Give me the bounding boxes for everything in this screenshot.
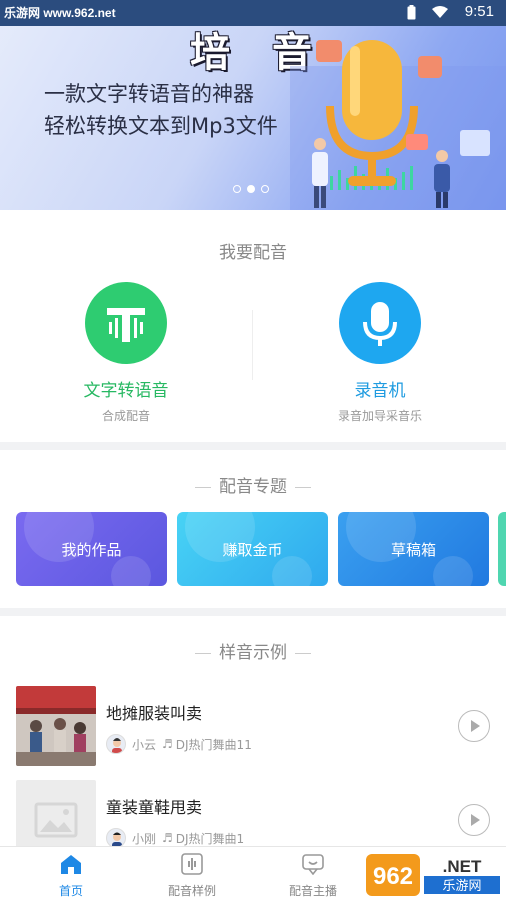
text-to-speech-icon [85,282,167,364]
tab-samples[interactable]: 配音样例 [137,853,247,899]
tab-home[interactable]: 首页 [16,853,126,899]
svg-text:.NET: .NET [443,857,482,876]
earn-coins-tile[interactable]: 赚取金币 [177,512,328,586]
text-to-speech-tool[interactable]: 文字转语音 合成配音 [26,282,226,424]
music-note-icon: ♬ [162,831,173,845]
recorder-tool[interactable]: 录音机 录音加导采音乐 [280,282,480,424]
clock: 9:51 [464,3,494,20]
tool-subtitle: 合成配音 [101,409,150,423]
avatar [106,828,126,848]
sample-music: DJ热门舞曲11 [175,737,252,752]
battery-icon [407,5,416,20]
site-logo-watermark: 962 .NET 乐游网 [366,852,502,898]
play-button[interactable] [458,710,490,742]
tab-hosts[interactable]: 配音主播 [258,853,368,899]
page-dot[interactable] [261,185,269,193]
music-note-icon: ♬ [162,737,173,751]
sample-thumbnail [16,686,96,766]
page-dot-active[interactable] [247,185,255,193]
sample-title: 童装童鞋甩卖 [106,798,203,817]
home-icon [61,855,81,874]
play-icon [471,814,480,826]
tool-name: 文字转语音 [83,381,169,401]
status-bar: 乐游网 www.962.net 9:51 [0,0,506,26]
svg-text:962: 962 [373,863,413,890]
banner-subline: 轻松转换文本到Mp3文件 [44,114,278,138]
sample-title: 地摊服装叫卖 [106,704,203,723]
promo-banner[interactable]: 培音 一款文字转语音的神器 轻松转换文本到Mp3文件 [0,0,506,210]
section-title-topics: 配音专题 [0,472,506,497]
wifi-icon [432,6,448,18]
site-watermark: 乐游网 www.962.net [4,6,116,20]
page-dot[interactable] [233,185,241,193]
microphone-illustration [290,40,506,210]
microphone-icon [339,282,421,364]
tile-label: 草稿箱 [390,540,436,559]
tab-label: 首页 [58,884,83,898]
section-title-dubbing: 我要配音 [219,243,287,263]
drafts-tile[interactable]: 草稿箱 [338,512,489,586]
banner-headline: 一款文字转语音的神器 [44,82,254,106]
tile-label: 赚取金币 [222,540,283,559]
play-icon [471,720,480,732]
sample-meta: 小刚 ♬ DJ热门舞曲1 [106,828,244,848]
tool-name: 录音机 [354,381,406,401]
sample-music: DJ热门舞曲1 [175,831,245,846]
divider [252,310,253,380]
my-works-tile[interactable]: 我的作品 [16,512,167,586]
sample-meta: 小云 ♬ DJ热门舞曲11 [106,734,252,754]
tool-subtitle: 录音加导采音乐 [337,409,422,423]
sample-author: 小刚 [132,831,157,846]
sample-author: 小云 [132,737,157,752]
next-tile-peek[interactable] [498,512,506,586]
tab-label: 配音主播 [288,884,337,898]
svg-text:乐游网: 乐游网 [442,879,481,894]
avatar [106,734,126,754]
waveform-icon [181,853,203,875]
tab-label: 配音样例 [167,884,216,898]
host-icon [302,854,324,876]
tile-label: 我的作品 [61,540,122,559]
sample-item[interactable]: 地摊服装叫卖 小云 ♬ DJ热门舞曲11 [0,686,506,772]
section-title-samples: 样音示例 [0,638,506,663]
banner-page-indicator[interactable] [233,185,269,193]
play-button[interactable] [458,804,490,836]
